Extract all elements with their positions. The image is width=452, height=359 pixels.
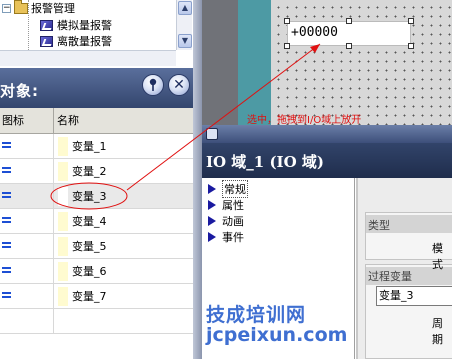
discrete-alarm-icon: [40, 35, 53, 47]
variable-icon: [2, 292, 11, 298]
watermark-text: 技成培训网: [206, 304, 307, 326]
resize-handle[interactable]: [346, 18, 352, 24]
tree-vertical-scrollbar[interactable]: ▲ ▼: [176, 0, 192, 50]
expand-icon[interactable]: [206, 128, 218, 140]
period-label: 周期: [432, 317, 443, 346]
column-header-icon[interactable]: 图标: [0, 108, 54, 134]
tree-item-analog-alarm[interactable]: 模拟量报警: [40, 17, 112, 33]
objects-panel-title: 对象:: [0, 82, 39, 100]
table-row[interactable]: 变量_1: [0, 134, 193, 159]
watermark-url: jcpeixun.com: [206, 324, 348, 346]
table-row[interactable]: 变量_5: [0, 234, 193, 259]
pin-icon[interactable]: [142, 74, 164, 96]
resize-handle[interactable]: [408, 43, 414, 49]
variable-icon: [2, 142, 11, 148]
variable-name: 变量_2: [72, 165, 107, 178]
drag-instruction-annotation: 选中，拖拽到I/O域上放开: [247, 115, 362, 126]
table-row[interactable]: 变量_2: [0, 159, 193, 184]
type-group-label: 类型: [368, 219, 390, 232]
arrow-right-icon: [208, 200, 216, 210]
screen-canvas-teal-area: [238, 0, 271, 125]
variable-name: 变量_5: [72, 240, 107, 253]
process-group-label: 过程变量: [368, 270, 412, 283]
nav-item-animation[interactable]: 动画: [208, 213, 244, 229]
variable-name: 变量_3: [72, 190, 107, 203]
close-icon[interactable]: ✕: [168, 74, 190, 96]
panel-splitter[interactable]: [193, 0, 202, 359]
variable-name: 变量_7: [72, 290, 107, 303]
resize-handle[interactable]: [284, 18, 290, 24]
nav-item-label: 动画: [222, 215, 244, 228]
objects-panel-header: 对象: ✕: [0, 68, 193, 108]
tree-item-alarm-management[interactable]: − 报警管理: [2, 0, 75, 16]
tree-item-discrete-alarm[interactable]: 离散量报警: [40, 33, 112, 49]
io-field-value: +00000: [291, 25, 338, 40]
variable-icon: [2, 192, 11, 198]
properties-divider-bar: [202, 125, 452, 143]
table-row[interactable]: 变量_7: [0, 284, 193, 309]
tree-horizontal-scrollbar[interactable]: [0, 50, 176, 66]
scroll-down-icon[interactable]: ▼: [178, 34, 192, 48]
objects-table: 变量_1 变量_2 变量_3 变量_4 变量_5 变量_6 变量_7: [0, 134, 193, 359]
resize-handle[interactable]: [346, 43, 352, 49]
properties-title: IO 域_1 (IO 域): [206, 153, 324, 171]
variable-name: 变量_6: [72, 265, 107, 278]
nav-item-general[interactable]: 常规: [208, 180, 248, 198]
collapse-icon[interactable]: −: [2, 4, 11, 13]
table-row-empty: [0, 309, 193, 334]
nav-item-label: 常规: [222, 180, 248, 198]
nav-item-properties[interactable]: 属性: [208, 197, 244, 213]
process-variable-input[interactable]: 变量_3: [376, 286, 452, 306]
variable-icon: [2, 267, 11, 273]
variable-name: 变量_4: [72, 215, 107, 228]
variable-name: 变量_1: [72, 140, 107, 153]
nav-item-label: 属性: [222, 199, 244, 212]
variable-icon: [2, 217, 11, 223]
resize-handle[interactable]: [408, 18, 414, 24]
project-tree: − 报警管理 模拟量报警 离散量报警 ▲ ▼: [0, 0, 193, 50]
screen-canvas-left-area: [202, 0, 238, 125]
scroll-up-icon[interactable]: ▲: [178, 1, 192, 15]
arrow-right-icon: [208, 216, 216, 226]
objects-table-header: 图标 名称: [0, 108, 193, 134]
table-row-selected[interactable]: 变量_3: [0, 184, 193, 209]
analog-alarm-icon: [40, 19, 53, 31]
arrow-right-icon: [208, 232, 216, 242]
tree-item-label: 报警管理: [31, 2, 75, 15]
table-row[interactable]: 变量_4: [0, 209, 193, 234]
resize-handle[interactable]: [284, 43, 290, 49]
variable-icon: [2, 167, 11, 173]
tree-item-label: 模拟量报警: [57, 19, 112, 32]
mode-label: 模式: [432, 242, 443, 271]
properties-title-bar: IO 域_1 (IO 域): [202, 143, 452, 178]
screen-canvas[interactable]: [271, 0, 452, 125]
variable-icon: [2, 242, 11, 248]
nav-item-events[interactable]: 事件: [208, 229, 244, 245]
column-header-name[interactable]: 名称: [55, 108, 193, 134]
tree-item-label: 离散量报警: [57, 35, 112, 48]
table-row[interactable]: 变量_6: [0, 259, 193, 284]
nav-item-label: 事件: [222, 231, 244, 244]
folder-icon: [14, 0, 28, 14]
pin-glyph: [149, 78, 157, 91]
arrow-right-icon: [208, 184, 216, 194]
